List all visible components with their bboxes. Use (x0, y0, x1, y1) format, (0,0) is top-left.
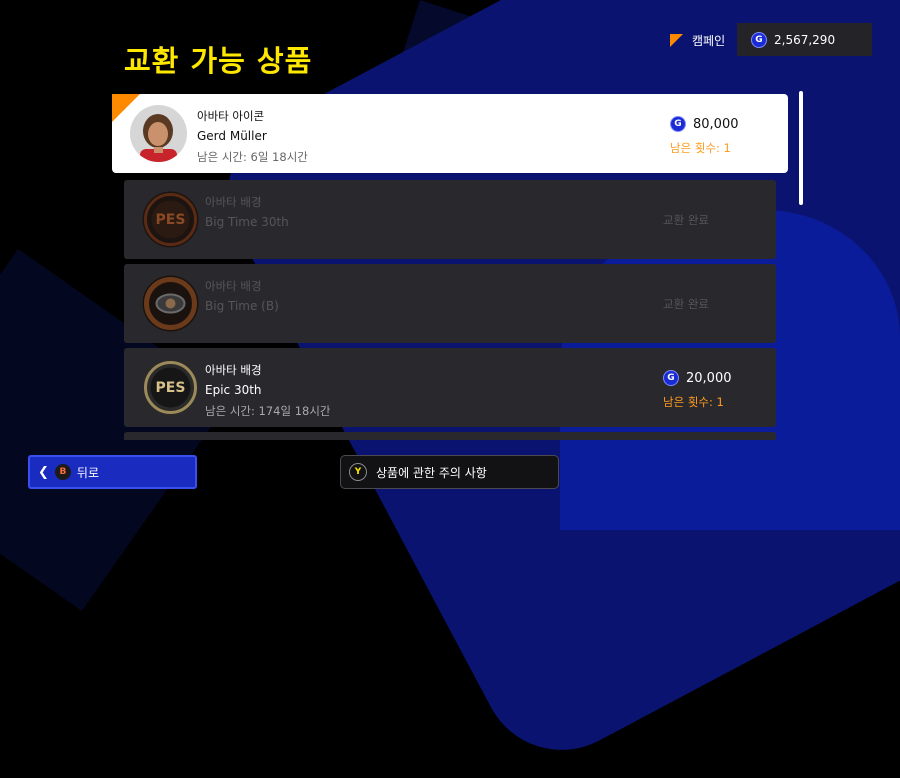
campaign-link[interactable]: 캠페인 (670, 32, 725, 49)
campaign-label: 캠페인 (692, 34, 726, 48)
avatar-background-thumb: PES (142, 191, 199, 248)
gp-coin-icon: G (663, 370, 679, 386)
item-remaining: 남은 횟수: 1 (663, 395, 724, 409)
back-label: 뒤로 (76, 465, 99, 480)
notes-label: 상품에 관한 주의 사항 (376, 465, 487, 480)
reward-list: 아바타 아이콘 Gerd Müller 남은 시간: 6일 18시간 G 80,… (112, 94, 788, 440)
item-name: Big Time (B) (205, 299, 279, 313)
exchange-complete-label: 교환 완료 (663, 213, 709, 227)
exchange-complete-label: 교환 완료 (663, 297, 709, 311)
item-type: 아바타 배경 (205, 363, 262, 377)
svg-text:PES: PES (156, 380, 186, 396)
gp-coin-icon: G (751, 31, 767, 48)
item-name: Epic 30th (205, 383, 262, 397)
item-time-left: 남은 시간: 6일 18시간 (197, 150, 308, 164)
item-type: 아바타 배경 (205, 279, 262, 293)
item-price: G 20,000 (663, 370, 732, 386)
reward-item-big-time-b[interactable]: 아바타 배경 Big Time (B) 교환 완료 (124, 264, 776, 343)
campaign-flag-icon (670, 34, 683, 47)
item-name: Gerd Müller (197, 129, 267, 143)
item-type: 아바타 아이콘 (197, 109, 265, 123)
svg-text:PES: PES (156, 212, 186, 228)
price-value: 20,000 (686, 370, 732, 386)
reward-item-big-time-30th[interactable]: PES 아바타 배경 Big Time 30th 교환 완료 (124, 180, 776, 259)
reward-item-epic-30th[interactable]: PES 아바타 배경 Epic 30th 남은 시간: 174일 18시간 G … (124, 348, 776, 427)
item-time-left: 남은 시간: 174일 18시간 (205, 404, 331, 418)
player-portrait (130, 105, 187, 162)
avatar-background-thumb (142, 275, 199, 332)
item-price: G 80,000 (670, 116, 739, 132)
item-name: Big Time 30th (205, 215, 289, 229)
back-button[interactable]: ❮ B 뒤로 (28, 455, 197, 489)
price-value: 80,000 (693, 116, 739, 132)
reward-item-next[interactable] (124, 432, 776, 440)
chevron-left-icon: ❮ (38, 464, 49, 480)
item-remaining: 남은 횟수: 1 (670, 141, 731, 155)
item-notes-button[interactable]: Y 상품에 관한 주의 사항 (340, 455, 559, 489)
item-type: 아바타 배경 (205, 195, 262, 209)
y-button-icon: Y (349, 463, 367, 481)
page-title: 교환 가능 상품 (124, 44, 313, 78)
reward-item-gerd-muller[interactable]: 아바타 아이콘 Gerd Müller 남은 시간: 6일 18시간 G 80,… (112, 94, 788, 173)
gp-coin-icon: G (670, 116, 686, 132)
list-scrollbar[interactable] (799, 91, 803, 205)
currency-balance: G 2,567,290 (737, 23, 872, 56)
avatar-background-thumb: PES (142, 359, 199, 416)
balance-value: 2,567,290 (774, 32, 836, 47)
b-button-icon: B (54, 464, 71, 480)
